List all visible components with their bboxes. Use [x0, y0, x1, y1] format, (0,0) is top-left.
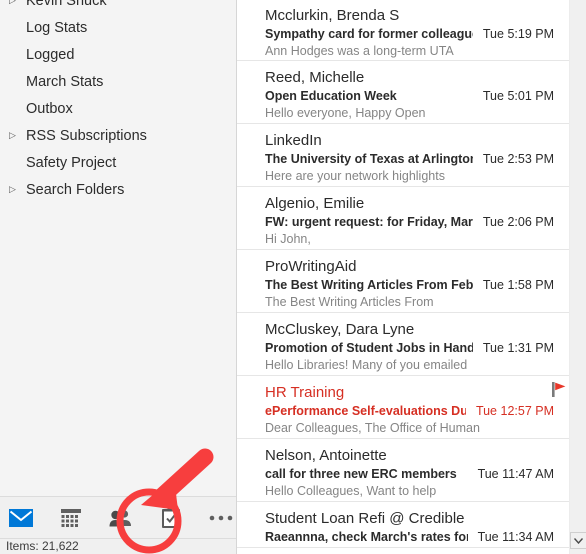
message-timestamp: Tue 11:47 AM [477, 467, 554, 481]
sidebar-item-march-stats[interactable]: ▷ March Stats [0, 68, 236, 95]
sidebar-item-label: Outbox [26, 100, 73, 117]
message-subject: The University of Texas at Arlington a… [265, 152, 473, 166]
more-options-icon [209, 515, 233, 520]
message-timestamp: Tue 12:57 PM [475, 404, 554, 418]
message-subject: The Best Writing Articles From February [265, 278, 473, 292]
message-subject-row: Sympathy card for former colleague A… Tu… [265, 26, 574, 43]
table-row[interactable]: Reed, Michelle Open Education Week Tue 5… [237, 61, 586, 124]
message-preview: Dear Colleagues, The Office of Human [265, 421, 480, 435]
nav-people-button[interactable] [106, 503, 136, 533]
message-subject: call for three new ERC members [265, 467, 457, 481]
tasks-icon [162, 506, 180, 528]
flag-icon[interactable] [552, 382, 566, 397]
outlook-window: ▷ Kevin Shuck ▷ Log Stats ▷ Logged ▷ Mar… [0, 0, 586, 554]
nav-more-button[interactable] [206, 503, 236, 533]
mail-icon [9, 508, 33, 527]
sidebar-item-logged[interactable]: ▷ Logged [0, 41, 236, 68]
sidebar-item-label: Search Folders [26, 181, 125, 198]
sidebar-item-log-stats[interactable]: ▷ Log Stats [0, 14, 236, 41]
sidebar-item-safety-project[interactable]: ▷ Safety Project [0, 149, 236, 176]
module-navigation-bar [0, 496, 236, 538]
message-preview: Hi John, [265, 232, 311, 246]
sidebar-item-outbox[interactable]: ▷ Outbox [0, 95, 236, 122]
message-sender: Reed, Michelle [265, 69, 365, 86]
main-body: ▷ Kevin Shuck ▷ Log Stats ▷ Logged ▷ Mar… [0, 0, 586, 554]
folder-list: ▷ Kevin Shuck ▷ Log Stats ▷ Logged ▷ Mar… [0, 0, 236, 496]
chevron-right-icon[interactable]: ▷ [8, 0, 22, 5]
message-preview: Here are your network highlights [265, 169, 445, 183]
spacer-icon: ▷ [8, 158, 22, 167]
sidebar-item-label: Logged [26, 46, 75, 63]
message-preview: The Best Writing Articles From [265, 295, 434, 309]
message-list[interactable]: Mcclurkin, Brenda S Sympathy card for fo… [237, 0, 586, 554]
message-timestamp: Tue 2:53 PM [482, 152, 554, 166]
message-subject: Promotion of Student Jobs in Handsh… [265, 341, 473, 355]
sidebar-item-label: March Stats [26, 73, 104, 90]
message-timestamp: Tue 1:58 PM [482, 278, 554, 292]
message-sender: Mcclurkin, Brenda S [265, 7, 400, 24]
table-row[interactable]: Student Loan Refi @ Credible Raeannna, c… [237, 502, 586, 548]
sidebar-item-search-folders[interactable]: ▷ Search Folders [0, 176, 236, 203]
message-subject: Open Education Week [265, 89, 397, 103]
table-row[interactable]: McCluskey, Dara Lyne Promotion of Studen… [237, 313, 586, 376]
chevron-down-icon [574, 537, 583, 544]
sidebar-item-kevin-shuck[interactable]: ▷ Kevin Shuck [0, 0, 236, 14]
scroll-down-button[interactable] [570, 532, 586, 549]
chevron-right-icon[interactable]: ▷ [8, 131, 22, 140]
message-list-scrollbar[interactable] [569, 0, 586, 554]
table-row[interactable]: Algenio, Emilie FW: urgent request: for … [237, 187, 586, 250]
message-timestamp: Tue 2:06 PM [482, 215, 554, 229]
message-sender: HR Training [265, 384, 345, 401]
message-sender: Algenio, Emilie [265, 195, 365, 212]
spacer-icon: ▷ [8, 50, 22, 59]
message-subject-row: call for three new ERC members Tue 11:47… [265, 466, 574, 483]
message-subject-row: ePerformance Self-evaluations Due M… Tue… [265, 403, 574, 420]
spacer-icon: ▷ [8, 104, 22, 113]
calendar-icon [61, 508, 81, 527]
message-timestamp: Tue 11:34 AM [477, 530, 554, 544]
spacer-icon: ▷ [8, 23, 22, 32]
nav-tasks-button[interactable] [156, 503, 186, 533]
status-bar: Items: 21,622 [0, 538, 236, 554]
table-row[interactable]: HR Training ePerformance Self-evaluation… [237, 376, 586, 439]
message-subject: Sympathy card for former colleague A… [265, 27, 473, 41]
table-row[interactable]: ProWritingAid The Best Writing Articles … [237, 250, 586, 313]
message-subject-row: Promotion of Student Jobs in Handsh… Tue… [265, 340, 574, 357]
table-row[interactable]: LinkedIn The University of Texas at Arli… [237, 124, 586, 187]
message-sender: LinkedIn [265, 132, 322, 149]
message-subject-row: Open Education Week Tue 5:01 PM [265, 88, 574, 105]
message-subject-row: The Best Writing Articles From February … [265, 277, 574, 294]
sidebar-item-label: Log Stats [26, 19, 88, 36]
message-subject-row: FW: urgent request: for Friday, March… T… [265, 214, 574, 231]
sidebar-item-label: Safety Project [26, 154, 117, 171]
sidebar-item-rss-subscriptions[interactable]: ▷ RSS Subscriptions [0, 122, 236, 149]
message-subject-row: The University of Texas at Arlington a… … [265, 151, 574, 168]
message-preview: Hello everyone, Happy Open [265, 106, 426, 120]
nav-calendar-button[interactable] [56, 503, 86, 533]
status-item-count: Items: 21,622 [6, 539, 79, 553]
message-sender: Student Loan Refi @ Credible [265, 510, 465, 527]
message-sender: ProWritingAid [265, 258, 357, 275]
message-preview: Hello Colleagues, Want to help [265, 484, 437, 498]
sidebar-item-label: RSS Subscriptions [26, 127, 147, 144]
sidebar-item-label: Kevin Shuck [26, 0, 107, 9]
chevron-right-icon[interactable]: ▷ [8, 185, 22, 194]
message-preview: Hello Libraries! Many of you emailed [265, 358, 468, 372]
message-sender: Nelson, Antoinette [265, 447, 387, 464]
message-timestamp: Tue 5:19 PM [482, 27, 554, 41]
message-subject: FW: urgent request: for Friday, March… [265, 215, 473, 229]
message-preview: Ann Hodges was a long-term UTA [265, 44, 454, 58]
table-row[interactable]: Nelson, Antoinette call for three new ER… [237, 439, 586, 502]
message-subject: Raeannna, check March's rates for ref… [265, 530, 468, 544]
table-row[interactable]: Mcclurkin, Brenda S Sympathy card for fo… [237, 0, 586, 61]
folder-sidebar: ▷ Kevin Shuck ▷ Log Stats ▷ Logged ▷ Mar… [0, 0, 237, 554]
people-icon [109, 509, 131, 526]
message-subject: ePerformance Self-evaluations Due M… [265, 404, 466, 418]
message-timestamp: Tue 1:31 PM [482, 341, 554, 355]
spacer-icon: ▷ [8, 77, 22, 86]
message-sender: McCluskey, Dara Lyne [265, 321, 415, 338]
message-subject-row: Raeannna, check March's rates for ref… T… [265, 529, 574, 546]
message-timestamp: Tue 5:01 PM [482, 89, 554, 103]
nav-mail-button[interactable] [6, 503, 36, 533]
